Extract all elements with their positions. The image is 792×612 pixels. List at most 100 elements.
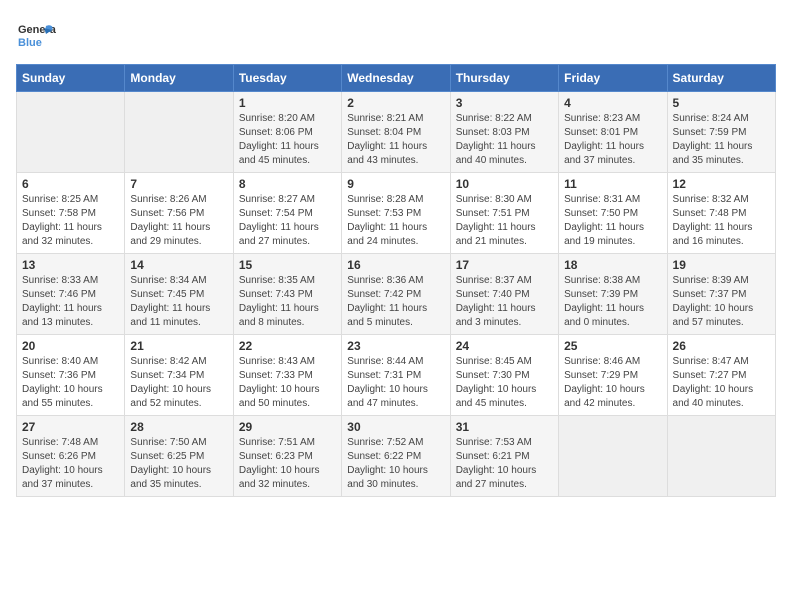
calendar-cell: 3 Sunrise: 8:22 AM Sunset: 8:03 PM Daylig… xyxy=(450,92,558,173)
day-number: 17 xyxy=(456,258,553,272)
day-number: 20 xyxy=(22,339,119,353)
calendar-cell: 1 Sunrise: 8:20 AM Sunset: 8:06 PM Daylig… xyxy=(233,92,341,173)
day-number: 27 xyxy=(22,420,119,434)
calendar-cell xyxy=(125,92,233,173)
week-row-1: 1 Sunrise: 8:20 AM Sunset: 8:06 PM Daylig… xyxy=(17,92,776,173)
day-info: Sunrise: 8:21 AM Sunset: 8:04 PM Dayligh… xyxy=(347,112,444,168)
calendar-cell: 5Sunrise: 8:24 AM Sunset: 7:59 PM Daylig… xyxy=(667,92,775,173)
day-number: 31 xyxy=(456,420,553,434)
calendar-cell: 29 Sunrise: 7:51 AM Sunset: 6:23 PM Dayli… xyxy=(233,416,341,497)
day-info: Sunrise: 8:38 AM Sunset: 7:39 PM Dayligh… xyxy=(564,274,661,330)
calendar-cell: 16 Sunrise: 8:36 AM Sunset: 7:42 PM Dayli… xyxy=(342,254,450,335)
week-row-5: 27 Sunrise: 7:48 AM Sunset: 6:26 PM Dayli… xyxy=(17,416,776,497)
calendar-cell: 13 Sunrise: 8:33 AM Sunset: 7:46 PM Dayli… xyxy=(17,254,125,335)
calendar-cell: 30 Sunrise: 7:52 AM Sunset: 6:22 PM Dayli… xyxy=(342,416,450,497)
day-info: Sunrise: 8:23 AM Sunset: 8:01 PM Dayligh… xyxy=(564,112,661,168)
day-number: 6 xyxy=(22,177,119,191)
day-info: Sunrise: 8:35 AM Sunset: 7:43 PM Dayligh… xyxy=(239,274,336,330)
day-info: Sunrise: 8:43 AM Sunset: 7:33 PM Dayligh… xyxy=(239,355,336,411)
calendar-cell: 14Sunrise: 8:34 AM Sunset: 7:45 PM Dayli… xyxy=(125,254,233,335)
day-number: 19 xyxy=(673,258,770,272)
calendar-cell xyxy=(667,416,775,497)
day-header-sunday: Sunday xyxy=(17,65,125,92)
day-info: Sunrise: 8:39 AM Sunset: 7:37 PM Dayligh… xyxy=(673,274,770,330)
day-number: 18 xyxy=(564,258,661,272)
day-info: Sunrise: 8:40 AM Sunset: 7:36 PM Dayligh… xyxy=(22,355,119,411)
day-info: Sunrise: 8:28 AM Sunset: 7:53 PM Dayligh… xyxy=(347,193,444,249)
day-info: Sunrise: 8:22 AM Sunset: 8:03 PM Dayligh… xyxy=(456,112,553,168)
day-info: Sunrise: 7:51 AM Sunset: 6:23 PM Dayligh… xyxy=(239,436,336,492)
calendar-cell: 15 Sunrise: 8:35 AM Sunset: 7:43 PM Dayli… xyxy=(233,254,341,335)
calendar-cell: 20 Sunrise: 8:40 AM Sunset: 7:36 PM Dayli… xyxy=(17,335,125,416)
calendar-cell: 25 Sunrise: 8:46 AM Sunset: 7:29 PM Dayli… xyxy=(559,335,667,416)
calendar-cell: 12Sunrise: 8:32 AM Sunset: 7:48 PM Dayli… xyxy=(667,173,775,254)
week-row-4: 20 Sunrise: 8:40 AM Sunset: 7:36 PM Dayli… xyxy=(17,335,776,416)
day-info: Sunrise: 7:48 AM Sunset: 6:26 PM Dayligh… xyxy=(22,436,119,492)
day-info: Sunrise: 8:46 AM Sunset: 7:29 PM Dayligh… xyxy=(564,355,661,411)
logo-bird-icon: General Blue xyxy=(16,16,56,56)
day-info: Sunrise: 8:24 AM Sunset: 7:59 PM Dayligh… xyxy=(673,112,770,168)
day-info: Sunrise: 8:45 AM Sunset: 7:30 PM Dayligh… xyxy=(456,355,553,411)
calendar-cell xyxy=(559,416,667,497)
day-number: 2 xyxy=(347,96,444,110)
days-header-row: SundayMondayTuesdayWednesdayThursdayFrid… xyxy=(17,65,776,92)
day-number: 15 xyxy=(239,258,336,272)
day-info: Sunrise: 8:31 AM Sunset: 7:50 PM Dayligh… xyxy=(564,193,661,249)
day-number: 24 xyxy=(456,339,553,353)
day-number: 23 xyxy=(347,339,444,353)
day-info: Sunrise: 8:30 AM Sunset: 7:51 PM Dayligh… xyxy=(456,193,553,249)
calendar-table: SundayMondayTuesdayWednesdayThursdayFrid… xyxy=(16,64,776,497)
day-number: 4 xyxy=(564,96,661,110)
day-info: Sunrise: 8:37 AM Sunset: 7:40 PM Dayligh… xyxy=(456,274,553,330)
calendar-cell: 4 Sunrise: 8:23 AM Sunset: 8:01 PM Daylig… xyxy=(559,92,667,173)
day-header-friday: Friday xyxy=(559,65,667,92)
day-info: Sunrise: 8:33 AM Sunset: 7:46 PM Dayligh… xyxy=(22,274,119,330)
day-info: Sunrise: 8:25 AM Sunset: 7:58 PM Dayligh… xyxy=(22,193,119,249)
calendar-cell: 21Sunrise: 8:42 AM Sunset: 7:34 PM Dayli… xyxy=(125,335,233,416)
calendar-cell: 19 Sunrise: 8:39 AM Sunset: 7:37 PM Dayli… xyxy=(667,254,775,335)
day-header-tuesday: Tuesday xyxy=(233,65,341,92)
day-info: Sunrise: 8:26 AM Sunset: 7:56 PM Dayligh… xyxy=(130,193,227,249)
calendar-cell: 6 Sunrise: 8:25 AM Sunset: 7:58 PM Daylig… xyxy=(17,173,125,254)
calendar-cell: 2 Sunrise: 8:21 AM Sunset: 8:04 PM Daylig… xyxy=(342,92,450,173)
calendar-cell: 24 Sunrise: 8:45 AM Sunset: 7:30 PM Dayli… xyxy=(450,335,558,416)
day-number: 10 xyxy=(456,177,553,191)
calendar-cell: 18 Sunrise: 8:38 AM Sunset: 7:39 PM Dayli… xyxy=(559,254,667,335)
calendar-cell: 22 Sunrise: 8:43 AM Sunset: 7:33 PM Dayli… xyxy=(233,335,341,416)
calendar-cell: 9Sunrise: 8:28 AM Sunset: 7:53 PM Daylig… xyxy=(342,173,450,254)
day-number: 26 xyxy=(673,339,770,353)
day-header-wednesday: Wednesday xyxy=(342,65,450,92)
week-row-3: 13 Sunrise: 8:33 AM Sunset: 7:46 PM Dayli… xyxy=(17,254,776,335)
day-number: 7 xyxy=(130,177,227,191)
day-info: Sunrise: 8:36 AM Sunset: 7:42 PM Dayligh… xyxy=(347,274,444,330)
day-number: 3 xyxy=(456,96,553,110)
day-info: Sunrise: 8:32 AM Sunset: 7:48 PM Dayligh… xyxy=(673,193,770,249)
day-header-thursday: Thursday xyxy=(450,65,558,92)
calendar-cell: 26 Sunrise: 8:47 AM Sunset: 7:27 PM Dayli… xyxy=(667,335,775,416)
day-number: 14 xyxy=(130,258,227,272)
day-number: 1 xyxy=(239,96,336,110)
day-number: 21 xyxy=(130,339,227,353)
day-header-saturday: Saturday xyxy=(667,65,775,92)
day-number: 8 xyxy=(239,177,336,191)
day-number: 13 xyxy=(22,258,119,272)
calendar-cell: 27 Sunrise: 7:48 AM Sunset: 6:26 PM Dayli… xyxy=(17,416,125,497)
day-info: Sunrise: 8:20 AM Sunset: 8:06 PM Dayligh… xyxy=(239,112,336,168)
day-number: 29 xyxy=(239,420,336,434)
svg-text:Blue: Blue xyxy=(18,37,42,49)
calendar-cell: 10 Sunrise: 8:30 AM Sunset: 7:51 PM Dayli… xyxy=(450,173,558,254)
calendar-cell: 8 Sunrise: 8:27 AM Sunset: 7:54 PM Daylig… xyxy=(233,173,341,254)
day-number: 30 xyxy=(347,420,444,434)
day-info: Sunrise: 8:27 AM Sunset: 7:54 PM Dayligh… xyxy=(239,193,336,249)
calendar-cell: 31Sunrise: 7:53 AM Sunset: 6:21 PM Dayli… xyxy=(450,416,558,497)
day-number: 28 xyxy=(130,420,227,434)
day-info: Sunrise: 8:47 AM Sunset: 7:27 PM Dayligh… xyxy=(673,355,770,411)
day-number: 16 xyxy=(347,258,444,272)
day-info: Sunrise: 7:52 AM Sunset: 6:22 PM Dayligh… xyxy=(347,436,444,492)
day-info: Sunrise: 8:44 AM Sunset: 7:31 PM Dayligh… xyxy=(347,355,444,411)
day-number: 25 xyxy=(564,339,661,353)
day-number: 22 xyxy=(239,339,336,353)
calendar-cell: 17 Sunrise: 8:37 AM Sunset: 7:40 PM Dayli… xyxy=(450,254,558,335)
week-row-2: 6 Sunrise: 8:25 AM Sunset: 7:58 PM Daylig… xyxy=(17,173,776,254)
day-header-monday: Monday xyxy=(125,65,233,92)
